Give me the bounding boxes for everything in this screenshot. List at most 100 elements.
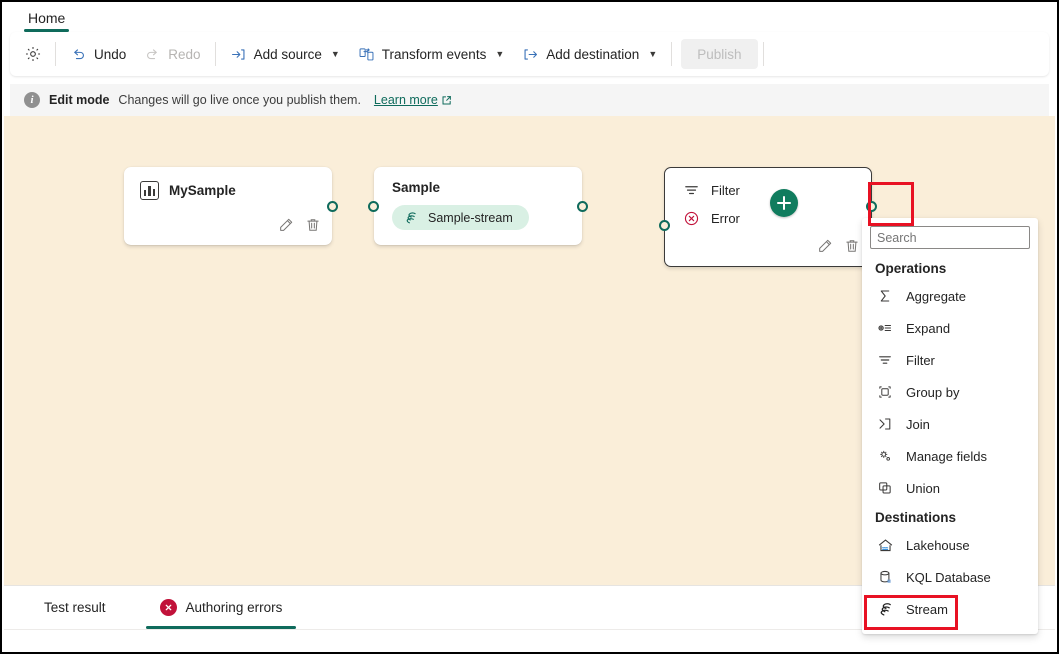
node-filter-title: Filter xyxy=(711,183,740,198)
add-destination-button[interactable]: Add destination ▼ xyxy=(513,38,666,70)
chevron-down-icon: ▼ xyxy=(495,48,505,59)
add-node-dropdown: Operations Aggregate Expand xyxy=(862,218,1038,634)
join-icon xyxy=(876,415,894,433)
lakehouse-icon xyxy=(876,536,894,554)
edit-mode-message: Changes will go live once you publish th… xyxy=(118,93,361,107)
filter-icon xyxy=(683,182,700,199)
group-by-icon xyxy=(876,383,894,401)
node-mysample-output-port[interactable] xyxy=(327,200,338,212)
toolbar-divider-2 xyxy=(214,42,216,66)
kql-database-icon xyxy=(876,568,894,586)
node-mysample-header: MySample xyxy=(140,181,332,200)
node-mysample[interactable]: MySample xyxy=(124,167,338,245)
toolbar-divider-4 xyxy=(762,42,764,66)
edit-mode-info-bar: i Edit mode Changes will go live once yo… xyxy=(10,84,1049,116)
ribbon-tab-strip: Home xyxy=(2,2,1057,32)
undo-button[interactable]: Undo xyxy=(61,38,135,70)
publish-button[interactable]: Publish xyxy=(681,39,758,69)
node-filter-input-port[interactable] xyxy=(659,220,670,231)
add-source-label: Add source xyxy=(253,46,322,62)
sigma-icon xyxy=(876,287,894,305)
edit-icon[interactable] xyxy=(278,217,294,238)
dropdown-item-manage-fields[interactable]: Manage fields xyxy=(862,440,1038,472)
redo-label: Redo xyxy=(168,46,201,62)
gear-icon xyxy=(24,45,42,63)
filter-icon xyxy=(876,351,894,369)
command-toolbar: Undo Redo Add source ▼ Transform events … xyxy=(10,32,1049,76)
node-mysample-title: MySample xyxy=(169,183,236,198)
dropdown-item-label: Aggregate xyxy=(906,288,966,304)
dropdown-item-stream[interactable]: Stream xyxy=(862,593,1038,625)
dropdown-item-filter[interactable]: Filter xyxy=(862,344,1038,376)
node-sample-output-port[interactable] xyxy=(577,200,588,212)
delete-icon[interactable] xyxy=(844,238,860,259)
node-mysample-actions xyxy=(278,217,321,238)
transform-events-button[interactable]: Transform events ▼ xyxy=(349,38,513,70)
dropdown-item-group-by[interactable]: Group by xyxy=(862,376,1038,408)
dropdown-item-union[interactable]: Union xyxy=(862,472,1038,504)
info-icon: i xyxy=(24,92,40,108)
dropdown-item-label: Group by xyxy=(906,384,960,400)
search-input[interactable] xyxy=(870,226,1030,249)
dropdown-item-label: Filter xyxy=(906,352,935,368)
add-node-button[interactable] xyxy=(770,189,798,217)
dropdown-item-join[interactable]: Join xyxy=(862,408,1038,440)
tab-home[interactable]: Home xyxy=(20,7,73,32)
learn-more-link[interactable]: Learn more xyxy=(374,93,452,107)
dropdown-item-label: Expand xyxy=(906,320,951,336)
add-source-button[interactable]: Add source ▼ xyxy=(221,38,349,70)
dropdown-item-label: Lakehouse xyxy=(906,537,970,553)
add-source-icon xyxy=(230,46,247,63)
union-icon xyxy=(876,479,894,497)
dropdown-item-label: KQL Database xyxy=(906,569,991,585)
chevron-down-icon: ▼ xyxy=(330,48,340,59)
redo-icon xyxy=(144,46,161,63)
chevron-down-icon: ▼ xyxy=(648,48,658,59)
application-window: Home Undo Redo Add source ▼ Transform ev… xyxy=(0,0,1059,654)
node-filter-actions xyxy=(817,238,860,259)
add-destination-icon xyxy=(522,46,539,63)
error-circle-icon xyxy=(159,599,177,616)
dropdown-item-label: Union xyxy=(906,480,940,496)
dropdown-item-label: Join xyxy=(906,416,930,432)
redo-button[interactable]: Redo xyxy=(135,38,209,70)
dropdown-item-kql-database[interactable]: KQL Database xyxy=(862,561,1038,593)
learn-more-label: Learn more xyxy=(373,93,438,107)
dropdown-item-lakehouse[interactable]: Lakehouse xyxy=(862,529,1038,561)
transform-events-icon xyxy=(358,46,375,63)
error-circle-icon xyxy=(683,210,700,227)
dropdown-item-expand[interactable]: Expand xyxy=(862,312,1038,344)
delete-icon[interactable] xyxy=(305,217,321,238)
dropdown-section-header-destinations: Destinations xyxy=(875,510,957,525)
toolbar-divider-1 xyxy=(55,42,56,66)
node-filter-output-port[interactable] xyxy=(866,201,877,212)
toolbar-divider-3 xyxy=(671,42,673,66)
undo-icon xyxy=(70,46,87,63)
node-sample-stream-label: Sample-stream xyxy=(428,210,513,225)
node-sample[interactable]: Sample Sample-stream xyxy=(368,167,588,245)
dropdown-item-aggregate[interactable]: Aggregate xyxy=(862,280,1038,312)
settings-button[interactable] xyxy=(16,38,50,70)
dropdown-item-label: Manage fields xyxy=(906,448,987,464)
manage-fields-icon xyxy=(876,447,894,465)
dropdown-item-label: Stream xyxy=(906,601,948,617)
edit-icon[interactable] xyxy=(817,238,833,259)
node-sample-title: Sample xyxy=(392,180,441,195)
expand-icon xyxy=(876,319,894,337)
tab-test-result[interactable]: Test result xyxy=(30,586,120,629)
undo-label: Undo xyxy=(94,46,127,62)
stream-icon xyxy=(876,600,894,618)
tab-authoring-errors[interactable]: Authoring errors xyxy=(145,586,297,629)
node-filter[interactable]: Filter Error xyxy=(659,167,877,267)
tab-authoring-errors-label: Authoring errors xyxy=(185,600,283,615)
bar-chart-icon xyxy=(140,181,159,200)
add-destination-label: Add destination xyxy=(546,46,640,62)
node-filter-error-label: Error xyxy=(711,211,740,226)
dropdown-section-header-operations: Operations xyxy=(875,261,947,276)
node-sample-input-port[interactable] xyxy=(368,200,379,212)
transform-events-label: Transform events xyxy=(381,46,487,62)
node-sample-stream-pill[interactable]: Sample-stream xyxy=(392,205,529,230)
stream-icon xyxy=(403,210,419,226)
external-link-icon xyxy=(441,95,452,106)
edit-mode-label: Edit mode xyxy=(49,93,110,107)
